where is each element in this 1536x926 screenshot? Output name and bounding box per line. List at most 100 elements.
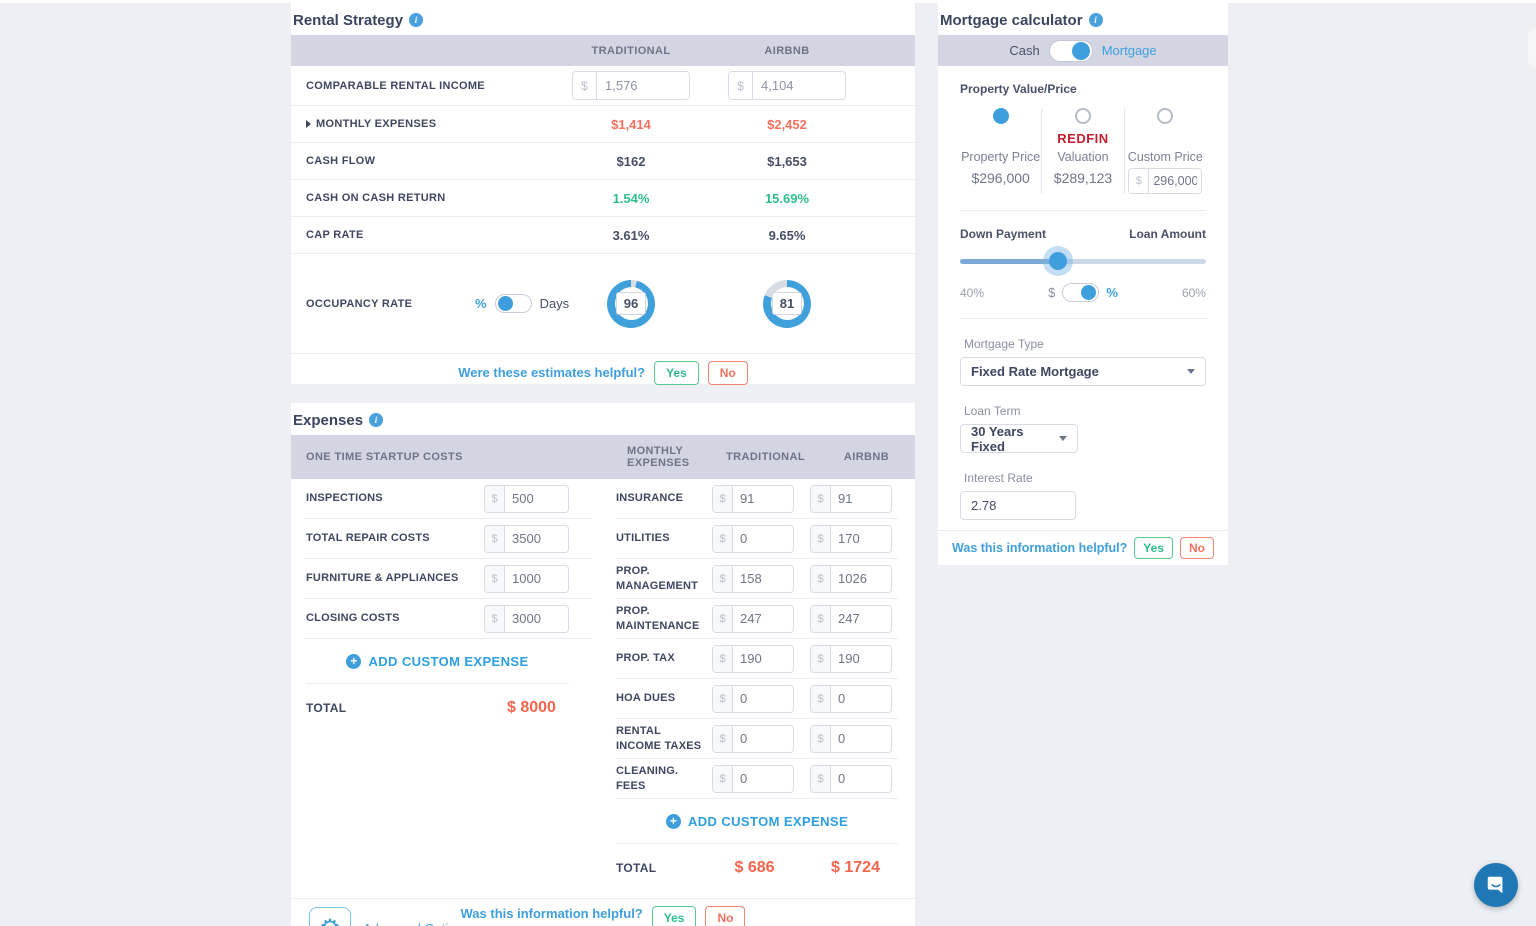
- occupancy-traditional-input[interactable]: [616, 292, 646, 315]
- monthly-row: PROP. MAINTENANCE $ $: [616, 599, 898, 639]
- currency-prefix: $: [713, 606, 733, 632]
- table-row-monthly-expenses[interactable]: MONTHLY EXPENSES $1,414 $2,452: [291, 106, 915, 143]
- redfin-valuation-option[interactable]: REDFIN Valuation $289,123: [1041, 108, 1123, 194]
- inspections-input[interactable]: [505, 486, 568, 512]
- info-icon[interactable]: i: [409, 13, 423, 27]
- property-price-option[interactable]: Property Price $296,000: [960, 108, 1041, 194]
- currency-prefix: $: [713, 766, 733, 792]
- radio-icon[interactable]: [1157, 108, 1173, 124]
- expenses-panel: Expenses i ONE TIME STARTUP COSTS MONTHL…: [291, 403, 915, 926]
- monthly-traditional-header: TRADITIONAL: [723, 451, 808, 463]
- estimates-no-button[interactable]: No: [708, 361, 748, 385]
- custom-price-input[interactable]: [1149, 169, 1201, 193]
- cell-value: 1.54%: [553, 191, 709, 206]
- cell-value: 3.61%: [553, 228, 709, 243]
- expense-label: PROP. MANAGEMENT: [616, 564, 712, 594]
- prop-maintenance-airbnb-input[interactable]: [831, 606, 891, 632]
- currency-prefix: $: [811, 526, 831, 552]
- dollar-percent-toggle[interactable]: [1062, 283, 1099, 302]
- rental-income-airbnb-input[interactable]: [753, 72, 845, 99]
- expense-label: PROP. MAINTENANCE: [616, 604, 712, 634]
- column-header-airbnb: AIRBNB: [709, 45, 865, 57]
- mortgage-type-select[interactable]: Fixed Rate Mortgage: [960, 357, 1206, 386]
- prop-maintenance-traditional-input[interactable]: [733, 606, 793, 632]
- chevron-down-icon: [1187, 369, 1195, 374]
- one-time-row: INSPECTIONS $: [306, 479, 590, 519]
- table-row-occupancy: OCCUPANCY RATE % Days: [291, 254, 915, 353]
- currency-prefix: $: [713, 526, 733, 552]
- expenses-helpful-question: Was this information helpful?: [461, 906, 643, 921]
- mortgage-no-button[interactable]: No: [1180, 537, 1214, 559]
- custom-price-option[interactable]: Custom Price $: [1124, 108, 1206, 194]
- utilities-airbnb-input[interactable]: [831, 526, 891, 552]
- cell-value: $162: [553, 154, 709, 169]
- info-icon[interactable]: i: [369, 413, 383, 427]
- cell-value: 15.69%: [709, 191, 865, 206]
- currency-prefix: $: [485, 526, 505, 552]
- radio-selected-icon[interactable]: [993, 108, 1009, 124]
- cleaning-fees-airbnb-input[interactable]: [831, 766, 891, 792]
- add-custom-expense-monthly[interactable]: + ADD CUSTOM EXPENSE: [616, 799, 898, 844]
- monthly-total-row: TOTAL $ 686 $ 1724: [616, 844, 898, 892]
- expense-label: TOTAL REPAIR COSTS: [306, 531, 484, 546]
- rental-strategy-title: Rental Strategy: [293, 12, 403, 29]
- one-time-costs-header: ONE TIME STARTUP COSTS: [291, 451, 601, 463]
- mortgage-yes-button[interactable]: Yes: [1134, 537, 1173, 559]
- mortgage-label: Mortgage: [1102, 43, 1157, 58]
- table-row-cap-rate: CAP RATE 3.61% 9.65%: [291, 217, 915, 254]
- down-payment-slider[interactable]: [960, 251, 1206, 271]
- currency-prefix: $: [713, 486, 733, 512]
- furniture-input[interactable]: [505, 566, 568, 592]
- property-value-label: Property Value/Price: [960, 82, 1206, 96]
- prop-tax-traditional-input[interactable]: [733, 646, 793, 672]
- occupancy-unit-toggle[interactable]: [495, 294, 532, 313]
- occupancy-airbnb-input[interactable]: [772, 292, 802, 315]
- expense-label: CLOSING COSTS: [306, 611, 484, 626]
- add-custom-expense-startup[interactable]: + ADD CUSTOM EXPENSE: [306, 639, 569, 684]
- insurance-traditional-input[interactable]: [733, 486, 793, 512]
- cash-mortgage-toggle[interactable]: [1049, 40, 1093, 62]
- expenses-yes-button[interactable]: Yes: [652, 906, 697, 926]
- rental-strategy-panel: Rental Strategy i TRADITIONAL AIRBNB COM…: [291, 3, 915, 384]
- rental-income-taxes-airbnb-input[interactable]: [831, 726, 891, 752]
- startup-total-value: $ 8000: [507, 699, 556, 717]
- slider-min-label: 40%: [960, 286, 984, 300]
- expense-label: CLEANING. FEES: [616, 764, 712, 794]
- expense-label: RENTAL INCOME TAXES: [616, 724, 712, 754]
- chat-launcher-button[interactable]: [1474, 863, 1518, 907]
- currency-prefix: $: [811, 646, 831, 672]
- closing-costs-input[interactable]: [505, 606, 568, 632]
- prop-tax-airbnb-input[interactable]: [831, 646, 891, 672]
- expenses-no-button[interactable]: No: [705, 906, 745, 926]
- cleaning-fees-traditional-input[interactable]: [733, 766, 793, 792]
- downpayment-slider-fill: [960, 259, 1058, 264]
- monthly-total-airbnb: $ 1724: [813, 859, 898, 877]
- plus-icon: +: [666, 814, 681, 829]
- currency-prefix: $: [729, 72, 753, 99]
- slider-max-label: 60%: [1182, 286, 1206, 300]
- monthly-row: PROP. MANAGEMENT $ $: [616, 559, 898, 599]
- radio-icon[interactable]: [1075, 108, 1091, 124]
- hoa-dues-traditional-input[interactable]: [733, 686, 793, 712]
- downpayment-slider-thumb[interactable]: [1049, 252, 1067, 270]
- prop-management-airbnb-input[interactable]: [831, 566, 891, 592]
- currency-prefix: $: [485, 606, 505, 632]
- utilities-traditional-input[interactable]: [733, 526, 793, 552]
- hoa-dues-airbnb-input[interactable]: [831, 686, 891, 712]
- loan-amount-label: Loan Amount: [1129, 227, 1206, 241]
- insurance-airbnb-input[interactable]: [831, 486, 891, 512]
- currency-prefix: $: [485, 566, 505, 592]
- currency-prefix: $: [713, 726, 733, 752]
- percent-unit-label: %: [1106, 285, 1118, 300]
- info-icon[interactable]: i: [1089, 13, 1103, 27]
- rental-income-traditional-input[interactable]: [597, 72, 689, 99]
- loan-term-select[interactable]: 30 Years Fixed: [960, 424, 1078, 453]
- currency-prefix: $: [811, 766, 831, 792]
- prop-management-traditional-input[interactable]: [733, 566, 793, 592]
- estimates-yes-button[interactable]: Yes: [654, 361, 699, 385]
- rental-income-taxes-traditional-input[interactable]: [733, 726, 793, 752]
- property-price-value: $296,000: [971, 170, 1029, 186]
- currency-prefix: $: [811, 686, 831, 712]
- interest-rate-input[interactable]: [960, 491, 1076, 520]
- repair-costs-input[interactable]: [505, 526, 568, 552]
